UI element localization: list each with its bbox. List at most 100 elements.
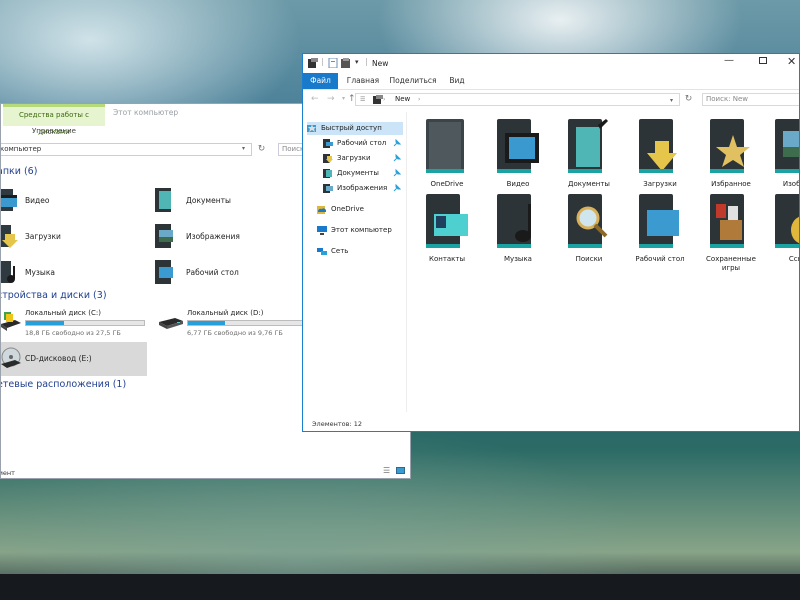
chevron-down-icon[interactable]: ▾	[670, 97, 673, 104]
downloads-folder-icon	[1, 225, 18, 248]
folder-label: Музыка	[25, 268, 55, 277]
sidebar-label: Быстрый доступ	[321, 124, 382, 132]
address-bar[interactable]: ☰ › New ›	[355, 93, 680, 106]
drive-d[interactable]: Локальный диск (D:) 6,77 ГБ свободно из …	[159, 308, 309, 342]
file-item-links[interactable]: Ссы	[761, 190, 799, 264]
file-item-contacts[interactable]: Контакты	[412, 190, 482, 264]
minimize-icon[interactable]: —	[724, 55, 734, 66]
pin-icon[interactable]	[393, 169, 401, 177]
sidebar-item-network[interactable]: Сеть	[317, 245, 403, 258]
video-folder-icon	[1, 189, 17, 211]
network-section-header[interactable]: етевые расположения (1)	[1, 379, 126, 390]
address-bar[interactable]: компьютер	[1, 143, 252, 156]
hard-drive-icon	[1, 312, 21, 331]
sidebar-label: Документы	[337, 169, 379, 177]
item-label: Избранное	[711, 180, 751, 188]
status-bar-text: Элементов: 12	[312, 420, 362, 428]
close-icon[interactable]: ✕	[787, 55, 796, 68]
pin-icon[interactable]	[393, 154, 401, 162]
drive-usage-fill	[26, 321, 64, 325]
pin-icon[interactable]	[393, 139, 401, 147]
onedrive-icon	[317, 206, 326, 214]
search-input[interactable]: Поиск: New	[702, 93, 799, 106]
large-icons-view-icon[interactable]	[396, 467, 405, 474]
new-folder-window[interactable]: | ▾ | New — ✕ Файл Главная Поделиться Ви…	[302, 53, 800, 432]
item-label: Ссы	[788, 255, 799, 263]
view-toggle[interactable]: ☰	[383, 466, 407, 476]
maximize-icon[interactable]	[759, 57, 767, 64]
file-item-documents[interactable]: Документы	[554, 115, 624, 189]
properties-icon[interactable]	[328, 58, 338, 68]
file-item-video[interactable]: Видео	[483, 115, 553, 189]
hard-drive-icon	[159, 318, 183, 329]
file-list: OneDrive Видео Документы Загрузки Избран…	[407, 112, 799, 412]
folder-label: Изображения	[186, 232, 240, 241]
file-item-pictures[interactable]: Изобра	[761, 115, 799, 189]
tab-file[interactable]: Файл	[303, 73, 338, 89]
cd-drive-e[interactable]: CD-дисковод (E:)	[1, 342, 147, 376]
folder-label: Видео	[25, 196, 50, 205]
folder-item-desktop[interactable]: Рабочий стол	[153, 258, 303, 288]
devices-section-header[interactable]: стройства и диски (3)	[1, 290, 107, 301]
file-item-desktop[interactable]: Рабочий стол	[625, 190, 695, 264]
documents-folder-icon	[568, 119, 608, 173]
file-item-music[interactable]: Музыка	[483, 190, 553, 264]
chevron-right-icon[interactable]: ›	[383, 94, 385, 105]
tab-view[interactable]: Вид	[445, 73, 469, 89]
item-label: Сохраненные игры	[706, 255, 756, 272]
item-label: Рабочий стол	[635, 255, 685, 263]
pin-icon[interactable]	[393, 184, 401, 192]
star-icon	[307, 124, 316, 132]
tab-share[interactable]: Поделиться	[388, 73, 438, 89]
sidebar-item-this-pc[interactable]: Этот компьютер	[317, 224, 403, 237]
address-menu-icon[interactable]: ☰	[360, 94, 365, 105]
folder-item-video[interactable]: Видео	[1, 186, 147, 216]
sidebar-label: Этот компьютер	[331, 226, 392, 234]
details-view-icon[interactable]: ☰	[383, 466, 390, 475]
drive-c[interactable]: Локальный диск (C:) 18,8 ГБ свободно из …	[1, 308, 151, 342]
sidebar-item-quick-access[interactable]: Быстрый доступ	[307, 122, 403, 135]
new-folder-icon[interactable]	[341, 58, 351, 68]
network-icon	[317, 248, 327, 255]
links-folder-icon	[775, 194, 799, 248]
folder-icon[interactable]	[308, 58, 318, 68]
sidebar-item-documents[interactable]: Документы	[323, 167, 403, 180]
taskbar[interactable]	[0, 574, 800, 600]
sidebar-item-downloads[interactable]: Загрузки	[323, 152, 403, 165]
forward-icon[interactable]: →	[327, 94, 335, 104]
sidebar-item-onedrive[interactable]: OneDrive	[317, 203, 403, 216]
refresh-icon[interactable]: ↻	[682, 93, 695, 106]
file-item-favorites[interactable]: Избранное	[696, 115, 766, 189]
documents-folder-icon	[155, 188, 171, 212]
folder-item-downloads[interactable]: Загрузки	[1, 222, 147, 252]
breadcrumb[interactable]: New	[395, 94, 410, 105]
music-folder-icon	[497, 194, 531, 248]
back-icon[interactable]: ←	[311, 94, 319, 104]
folder-item-music[interactable]: Музыка	[1, 258, 147, 288]
sidebar-item-pictures[interactable]: Изображения	[323, 182, 403, 195]
tab-home[interactable]: Главная	[343, 73, 383, 89]
refresh-icon[interactable]: ↻	[255, 143, 268, 156]
sidebar-label: OneDrive	[331, 205, 364, 213]
manage-tab[interactable]: Управление	[3, 126, 105, 138]
file-item-onedrive[interactable]: OneDrive	[412, 115, 482, 189]
file-item-downloads[interactable]: Загрузки	[625, 115, 695, 189]
recent-locations-icon[interactable]: ▾	[342, 95, 345, 102]
sidebar-label: Загрузки	[337, 154, 371, 162]
folder-icon	[373, 95, 383, 104]
customize-quick-access-icon[interactable]: ▾	[355, 58, 359, 66]
folder-item-documents[interactable]: Документы	[153, 186, 303, 216]
folder-label: Рабочий стол	[186, 268, 239, 277]
pictures-folder-icon	[155, 224, 173, 248]
disk-tools-tab[interactable]: Средства работы с дисками	[3, 104, 105, 136]
item-label: Контакты	[428, 255, 466, 263]
folders-section-header[interactable]: апки (6)	[1, 166, 37, 177]
drive-usage-bar	[187, 320, 309, 326]
folder-item-pictures[interactable]: Изображения	[153, 222, 303, 252]
chevron-down-icon[interactable]: ▾	[242, 145, 245, 152]
file-item-saved-games[interactable]: Сохраненные игры	[696, 190, 766, 272]
drive-name: Локальный диск (C:)	[25, 309, 101, 317]
file-item-searches[interactable]: Поиски	[554, 190, 624, 264]
chevron-right-icon[interactable]: ›	[418, 94, 420, 105]
sidebar-item-desktop[interactable]: Рабочий стол	[323, 137, 403, 150]
